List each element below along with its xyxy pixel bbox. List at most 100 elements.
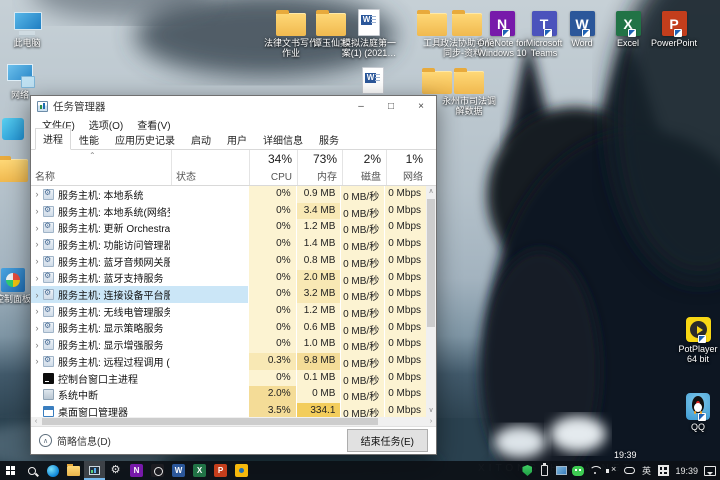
tab-性能[interactable]: 性能 <box>71 129 107 150</box>
fewer-details-toggle[interactable]: ∧ 简略信息(D) <box>39 433 347 448</box>
expand-chevron-icon[interactable]: › <box>31 323 43 333</box>
service-icon <box>43 256 54 267</box>
horizontal-scroll-thumb[interactable] <box>42 418 378 425</box>
clock[interactable]: 19:39 <box>672 461 701 480</box>
expand-chevron-icon[interactable]: › <box>31 239 43 249</box>
desktop-icon[interactable]: PotPlayer 64 bit <box>669 312 720 364</box>
process-row[interactable]: ›服务主机: 蓝牙音频网关服务0%0.8 MB0 MB/秒0 Mbps <box>31 253 426 270</box>
link-icon[interactable] <box>621 461 637 480</box>
shortcut-arrow-icon <box>628 29 636 37</box>
tab-bar: 进程性能应用历史记录启动用户详细信息服务 <box>31 132 436 150</box>
start-button[interactable] <box>0 461 21 480</box>
tab-应用历史记录[interactable]: 应用历史记录 <box>107 129 183 150</box>
maximize-button[interactable]: □ <box>376 96 406 116</box>
desktop-icon[interactable]: W模拟法庭第一 案(1) (2021… <box>340 6 398 58</box>
process-row[interactable]: ›服务主机: 显示策略服务0%0.6 MB0 MB/秒0 Mbps <box>31 320 426 337</box>
ime-language[interactable]: 英 <box>638 461 654 480</box>
close-button[interactable]: × <box>406 96 436 116</box>
vertical-scroll-thumb[interactable] <box>427 199 435 327</box>
network-cell: 0 Mbps <box>384 336 426 353</box>
search-button[interactable] <box>21 461 42 480</box>
process-row[interactable]: ›服务主机: 功能访问管理器服务0%1.4 MB0 MB/秒0 Mbps <box>31 236 426 253</box>
process-row[interactable]: 桌面窗口管理器3.5%334.1 MB0 MB/秒0 Mbps <box>31 403 426 417</box>
column-disk[interactable]: 2% 磁盘 <box>342 150 386 185</box>
expand-chevron-icon[interactable]: › <box>31 256 43 266</box>
desktop-icon[interactable]: 此电脑 <box>0 6 56 48</box>
usb-device-icon[interactable] <box>536 461 552 480</box>
scroll-down-icon[interactable]: ∨ <box>426 405 436 417</box>
process-status-cell <box>170 370 248 387</box>
volume-muted-icon[interactable] <box>604 461 620 480</box>
expand-chevron-icon[interactable]: › <box>31 340 43 350</box>
tab-服务[interactable]: 服务 <box>311 129 347 150</box>
column-name[interactable]: ⌃ 名称 <box>31 150 171 185</box>
wechat-icon[interactable] <box>570 461 586 480</box>
expand-chevron-icon[interactable]: › <box>31 206 43 216</box>
expand-chevron-icon[interactable]: › <box>31 223 43 233</box>
desktop-icon-label: 此电脑 <box>0 38 56 48</box>
scroll-right-icon[interactable]: › <box>426 417 436 426</box>
powerpoint-icon[interactable]: P <box>210 461 231 480</box>
action-center-icon[interactable] <box>702 461 718 480</box>
process-row[interactable]: ›服务主机: 本地系统0%0.9 MB0 MB/秒0 Mbps <box>31 186 426 203</box>
process-row[interactable]: 控制台窗口主进程0%0.1 MB0 MB/秒0 Mbps <box>31 370 426 387</box>
tab-详细信息[interactable]: 详细信息 <box>255 129 311 150</box>
desktop-icon[interactable]: W <box>344 64 402 96</box>
end-task-button[interactable]: 结束任务(E) <box>347 429 428 452</box>
scroll-up-icon[interactable]: ∧ <box>426 186 436 198</box>
interrupt-icon <box>43 389 54 400</box>
process-row[interactable]: ›服务主机: 更新 Orchestrator 服…0%1.2 MB0 MB/秒0… <box>31 219 426 236</box>
shortcut-arrow-icon <box>544 29 552 37</box>
process-row[interactable]: ›服务主机: 连接设备平台服务0%3.2 MB0 MB/秒0 Mbps <box>31 286 426 303</box>
tab-用户[interactable]: 用户 <box>219 129 255 150</box>
process-status-cell <box>170 403 248 417</box>
disk-cell: 0 MB/秒 <box>340 353 384 370</box>
expand-chevron-icon[interactable]: › <box>31 306 43 316</box>
process-row[interactable]: ›服务主机: 本地系统(网络受限)0%3.4 MB0 MB/秒0 Mbps <box>31 203 426 220</box>
title-bar[interactable]: 任务管理器 – □ × <box>31 96 436 116</box>
column-network[interactable]: 1% 网络 <box>386 150 428 185</box>
process-name-cell: ›服务主机: 蓝牙支持服务 <box>31 270 170 287</box>
vertical-scrollbar[interactable]: ∧ ∨ <box>426 186 436 417</box>
wifi-icon[interactable] <box>587 461 603 480</box>
column-status[interactable]: 状态 <box>171 150 249 185</box>
word-icon[interactable]: W <box>168 461 189 480</box>
desktop-icon[interactable]: 永州市司法调 解数据 <box>440 64 498 116</box>
minimize-button[interactable]: – <box>346 96 376 116</box>
dark-app-icon[interactable] <box>147 461 168 480</box>
disk-cell: 0 MB/秒 <box>340 270 384 287</box>
process-row[interactable]: 系统中断2.0%0 MB0 MB/秒0 Mbps <box>31 386 426 403</box>
expand-chevron-icon[interactable]: › <box>31 356 43 366</box>
expand-chevron-icon[interactable]: › <box>31 273 43 283</box>
desktop-icon[interactable]: PPowerPoint <box>645 6 703 48</box>
excel-icon[interactable]: X <box>189 461 210 480</box>
tab-进程[interactable]: 进程 <box>35 128 71 150</box>
process-row[interactable]: ›服务主机: 无线电管理服务0%1.2 MB0 MB/秒0 Mbps <box>31 303 426 320</box>
process-row[interactable]: ›服务主机: 蓝牙支持服务0%2.0 MB0 MB/秒0 Mbps <box>31 270 426 287</box>
expand-chevron-icon[interactable]: › <box>31 290 43 300</box>
task-manager-icon[interactable] <box>84 461 105 480</box>
edge-icon[interactable] <box>42 461 63 480</box>
settings-gear-icon[interactable]: ⚙ <box>105 461 126 480</box>
app-window-icon[interactable] <box>553 461 569 480</box>
column-memory[interactable]: 73% 内存 <box>297 150 342 185</box>
expand-chevron-icon[interactable]: › <box>31 189 43 199</box>
process-row[interactable]: ›服务主机: 显示增强服务0%1.0 MB0 MB/秒0 Mbps <box>31 336 426 353</box>
security-shield-icon[interactable] <box>519 461 535 480</box>
process-name: 桌面窗口管理器 <box>58 404 128 417</box>
process-name: 系统中断 <box>58 387 98 402</box>
desktop-icon[interactable]: QQ <box>669 390 720 432</box>
file-explorer-icon[interactable] <box>63 461 84 480</box>
scroll-left-icon[interactable]: ‹ <box>31 417 41 426</box>
network-cell: 0 Mbps <box>384 320 426 337</box>
sort-ascending-icon: ⌃ <box>89 151 96 160</box>
horizontal-scrollbar[interactable]: ‹ › <box>31 417 436 426</box>
process-status-cell <box>170 386 248 403</box>
column-cpu[interactable]: 34% CPU <box>249 150 297 185</box>
onenote-icon[interactable]: N <box>126 461 147 480</box>
tab-启动[interactable]: 启动 <box>183 129 219 150</box>
yellow-app-icon[interactable] <box>231 461 252 480</box>
desktop-icon[interactable]: 网络 <box>0 58 49 100</box>
ime-mode-icon[interactable] <box>655 461 671 480</box>
process-row[interactable]: ›服务主机: 远程过程调用 (2)0.3%9.8 MB0 MB/秒0 Mbps <box>31 353 426 370</box>
